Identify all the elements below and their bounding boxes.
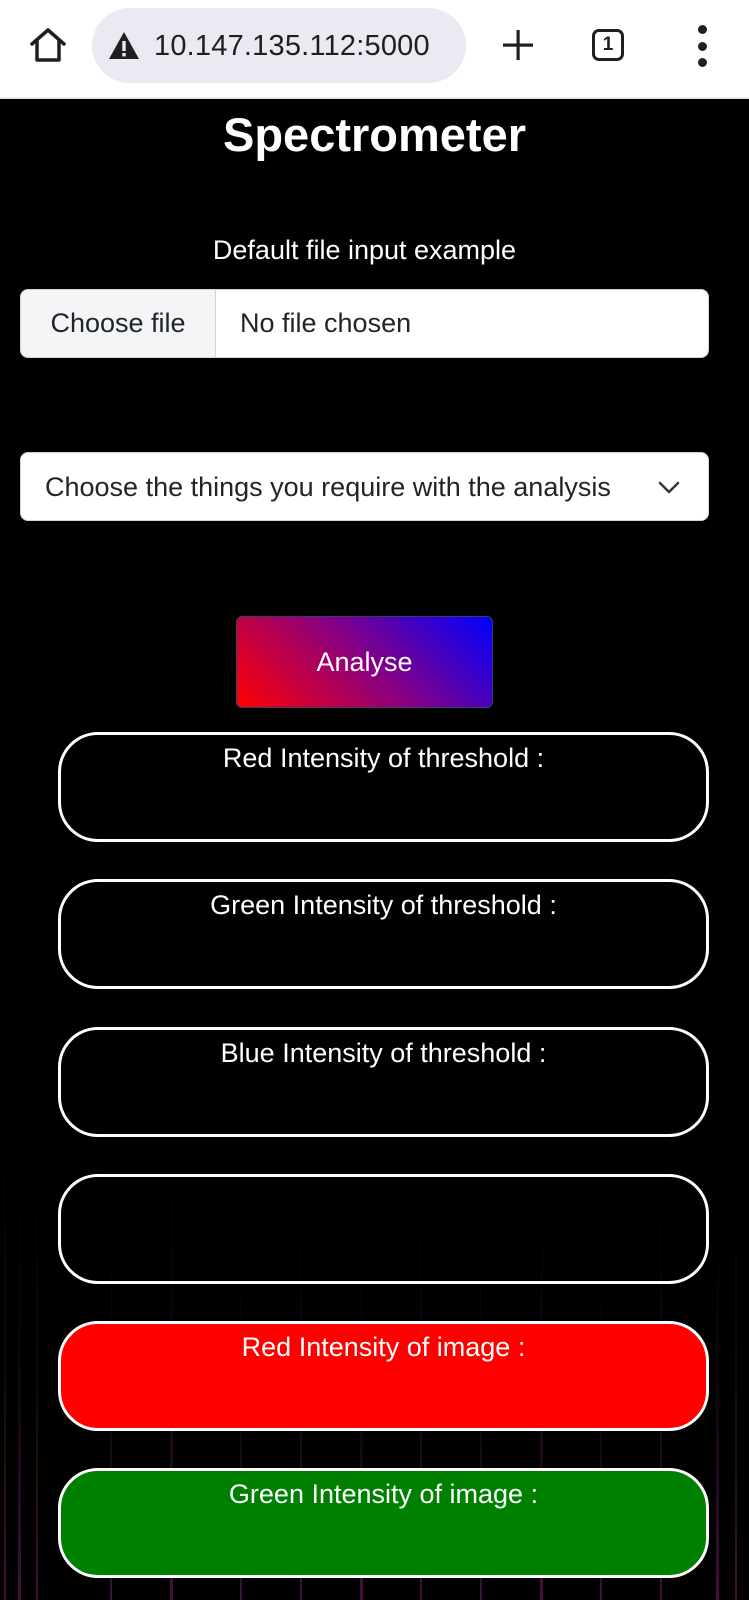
address-bar[interactable]: 10.147.135.112:5000 (92, 8, 466, 83)
red-image-intensity-output: Red Intensity of image : (58, 1321, 709, 1431)
blue-threshold-output: Blue Intensity of threshold : (58, 1027, 709, 1137)
browser-toolbar: 10.147.135.112:5000 1 (0, 0, 749, 99)
home-icon[interactable] (26, 25, 70, 65)
more-menu-icon[interactable] (690, 25, 714, 67)
file-input[interactable]: Choose file No file chosen (20, 289, 709, 358)
analysis-options-select[interactable]: Choose the things you require with the a… (20, 452, 709, 521)
empty-output-box (58, 1174, 709, 1284)
file-status-text: No file chosen (240, 308, 412, 338)
select-selected-text: Choose the things you require with the a… (45, 472, 611, 502)
green-threshold-output: Green Intensity of threshold : (58, 879, 709, 989)
choose-file-button[interactable]: Choose file (21, 290, 216, 357)
tab-count-label: 1 (602, 34, 614, 55)
new-tab-plus-icon[interactable] (498, 22, 538, 68)
file-input-label: Default file input example (212, 235, 517, 265)
page-title: Spectrometer (223, 108, 526, 161)
analyse-button[interactable]: Analyse (236, 616, 493, 708)
page-body: Spectrometer Default file input example … (0, 101, 749, 1600)
red-threshold-label: Red Intensity of threshold : (222, 743, 545, 773)
chevron-down-icon (658, 481, 680, 494)
red-image-intensity-label: Red Intensity of image : (241, 1332, 526, 1362)
warning-icon[interactable] (108, 31, 140, 61)
green-image-intensity-label: Green Intensity of image : (228, 1479, 539, 1509)
tab-switcher-button[interactable]: 1 (592, 29, 624, 61)
green-image-intensity-output: Green Intensity of image : (58, 1468, 709, 1578)
blue-threshold-label: Blue Intensity of threshold : (220, 1038, 547, 1068)
green-threshold-label: Green Intensity of threshold : (210, 890, 557, 920)
red-threshold-output: Red Intensity of threshold : (58, 732, 709, 842)
url-text: 10.147.135.112:5000 (154, 30, 430, 62)
